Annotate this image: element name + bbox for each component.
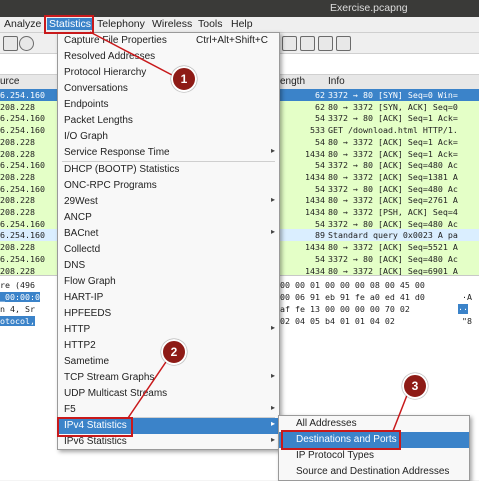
step-badge-1: 1: [171, 66, 197, 92]
step-badge-3: 3: [402, 373, 428, 399]
annotation-connectors: [89, 31, 412, 432]
step-badge-2: 2: [161, 339, 187, 365]
